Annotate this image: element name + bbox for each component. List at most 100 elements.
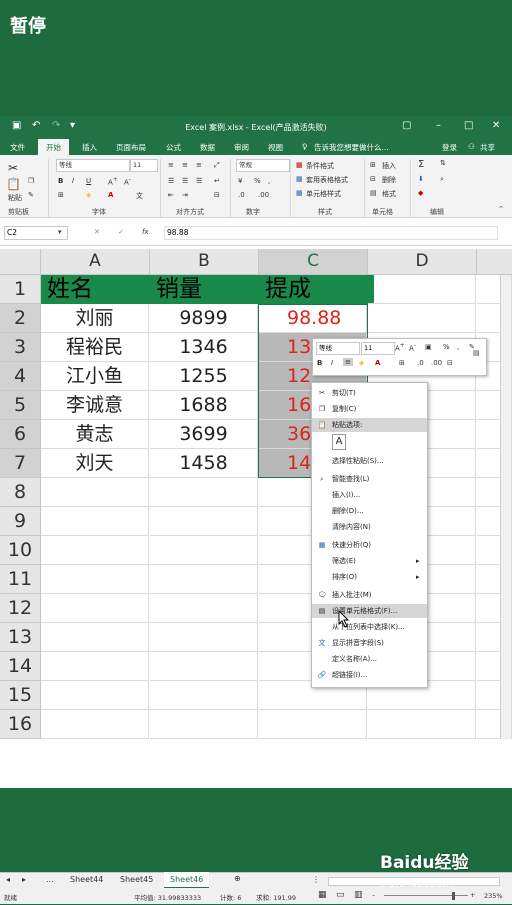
maximize-icon[interactable]: □: [464, 120, 473, 131]
menu-item-delete[interactable]: 删除(D)...: [312, 504, 427, 518]
autosum-icon[interactable]: Σ: [418, 159, 424, 170]
tab-view[interactable]: 视图: [268, 142, 283, 153]
cell-b4[interactable]: 1255: [150, 362, 258, 391]
align-right-icon[interactable]: ☰: [196, 177, 202, 185]
row-header-8[interactable]: 8: [0, 478, 41, 507]
cell-b2[interactable]: 9899: [150, 304, 258, 333]
tab-file[interactable]: 文件: [10, 142, 25, 153]
cell-a13[interactable]: [41, 623, 149, 652]
percent-icon[interactable]: %: [254, 177, 261, 185]
row-header-13[interactable]: 13: [0, 623, 41, 652]
zoom-out-icon[interactable]: –: [372, 891, 375, 899]
ribbon-display-icon[interactable]: ▢: [402, 120, 411, 131]
collapse-ribbon-icon[interactable]: ⌃: [498, 205, 504, 213]
cell-b14[interactable]: [150, 652, 258, 681]
tab-insert[interactable]: 插入: [82, 142, 97, 153]
mini-increase-decimal-icon[interactable]: .0: [417, 359, 424, 367]
menu-item-insert[interactable]: 插入(I)...: [312, 488, 427, 502]
mini-expand-icon[interactable]: ▤: [473, 349, 480, 357]
cell-a11[interactable]: [41, 565, 149, 594]
zoom-slider-thumb[interactable]: [452, 892, 455, 900]
mini-grow-font-icon[interactable]: A+: [395, 343, 405, 352]
tab-home[interactable]: 开始: [38, 139, 69, 155]
tab-review[interactable]: 审阅: [234, 142, 249, 153]
row-header-14[interactable]: 14: [0, 652, 41, 681]
sheet-tab-46[interactable]: Sheet46: [164, 872, 210, 889]
cell-d1[interactable]: [368, 275, 476, 304]
sort-filter-icon[interactable]: ⇅: [440, 159, 446, 167]
login-link[interactable]: 登录: [442, 142, 457, 153]
clear-icon[interactable]: ◆: [418, 189, 423, 197]
tell-me-box[interactable]: 告诉我您想要做什么...: [314, 142, 389, 153]
menu-item-cut[interactable]: ✂ 剪切(T): [312, 386, 427, 400]
tab-data[interactable]: 数据: [200, 142, 215, 153]
cell-a14[interactable]: [41, 652, 149, 681]
cell-a12[interactable]: [41, 594, 149, 623]
cell-a9[interactable]: [41, 507, 149, 536]
menu-item-insert-comment[interactable]: 🗨 插入批注(M): [312, 588, 427, 602]
mini-border-icon[interactable]: ⊞: [399, 359, 405, 367]
find-select-icon[interactable]: ⌕: [440, 175, 444, 184]
cell-d2[interactable]: [368, 304, 476, 333]
column-header-a[interactable]: A: [41, 249, 150, 275]
confirm-entry-icon[interactable]: ✓: [118, 228, 124, 236]
cell-b9[interactable]: [150, 507, 258, 536]
cell-a10[interactable]: [41, 536, 149, 565]
cell-b7[interactable]: 1458: [150, 449, 258, 478]
row-header-16[interactable]: 16: [0, 710, 41, 739]
column-header-e[interactable]: [477, 249, 512, 275]
cell-a7[interactable]: 刘天: [41, 449, 149, 478]
cell-c2[interactable]: 98.88: [259, 304, 367, 333]
align-center-icon[interactable]: ☰: [182, 177, 188, 185]
increase-font-icon[interactable]: A+: [108, 177, 118, 186]
column-header-b[interactable]: B: [150, 249, 259, 275]
row-header-2[interactable]: 2: [0, 304, 41, 333]
cell-a4[interactable]: 江小鱼: [41, 362, 149, 391]
mini-font-name[interactable]: 等线: [316, 342, 360, 355]
row-header-7[interactable]: 7: [0, 449, 41, 478]
format-painter-icon[interactable]: ✎: [28, 191, 34, 199]
mini-merge-icon[interactable]: ⊟: [447, 359, 453, 367]
paste-button[interactable]: 粘贴: [8, 193, 22, 203]
cell-c1[interactable]: 提成: [259, 275, 374, 304]
name-box-dropdown-icon[interactable]: ▾: [58, 228, 62, 236]
cell-a5[interactable]: 李诚意: [41, 391, 149, 420]
cell-b12[interactable]: [150, 594, 258, 623]
italic-icon[interactable]: I: [72, 177, 74, 185]
cell-a16[interactable]: [41, 710, 149, 739]
paste-option-button[interactable]: A: [312, 434, 427, 452]
new-sheet-icon[interactable]: ⊕: [234, 874, 241, 883]
phonetic-icon[interactable]: 文: [136, 191, 143, 201]
mini-decrease-decimal-icon[interactable]: .00: [431, 359, 442, 367]
table-format-button[interactable]: 套用表格格式: [306, 175, 348, 185]
paste-icon[interactable]: 📋: [6, 177, 21, 191]
row-header-10[interactable]: 10: [0, 536, 41, 565]
row-header-11[interactable]: 11: [0, 565, 41, 594]
cell-a15[interactable]: [41, 681, 149, 710]
more-sheets[interactable]: ...: [46, 875, 54, 884]
mini-currency-icon[interactable]: ▣: [425, 343, 432, 351]
row-header-6[interactable]: 6: [0, 420, 41, 449]
cell-a8[interactable]: [41, 478, 149, 507]
mini-font-size[interactable]: 11: [361, 342, 395, 355]
vertical-scrollbar[interactable]: [500, 275, 511, 739]
menu-item-sort[interactable]: 排序(O) ▸: [312, 570, 427, 584]
bold-icon[interactable]: B: [58, 177, 63, 185]
menu-item-hyperlink[interactable]: 🔗 超链接(I)...: [312, 668, 427, 682]
sheet-tab-44[interactable]: Sheet44: [70, 875, 103, 884]
pause-label[interactable]: 暂停: [10, 12, 46, 38]
menu-item-paste-special[interactable]: 选择性粘贴(S)...: [312, 454, 427, 468]
row-header-3[interactable]: 3: [0, 333, 41, 362]
cell-style-button[interactable]: 单元格样式: [306, 189, 341, 199]
sheet-tab-45[interactable]: Sheet45: [120, 875, 153, 884]
tab-formulas[interactable]: 公式: [166, 142, 181, 153]
mini-align-center-icon[interactable]: ≡: [343, 358, 353, 366]
wrap-text-icon[interactable]: ↵: [214, 177, 220, 185]
mini-fill-color-icon[interactable]: ◈: [359, 359, 364, 367]
align-left-icon[interactable]: ☰: [168, 177, 174, 185]
zoom-in-icon[interactable]: +: [470, 891, 475, 899]
scroll-left-icon[interactable]: ◂: [6, 875, 10, 884]
menu-item-quick-analysis[interactable]: ▦ 快速分析(Q): [312, 538, 427, 552]
cell-d16[interactable]: [368, 710, 476, 739]
top-align-icon[interactable]: ≡: [168, 161, 174, 169]
